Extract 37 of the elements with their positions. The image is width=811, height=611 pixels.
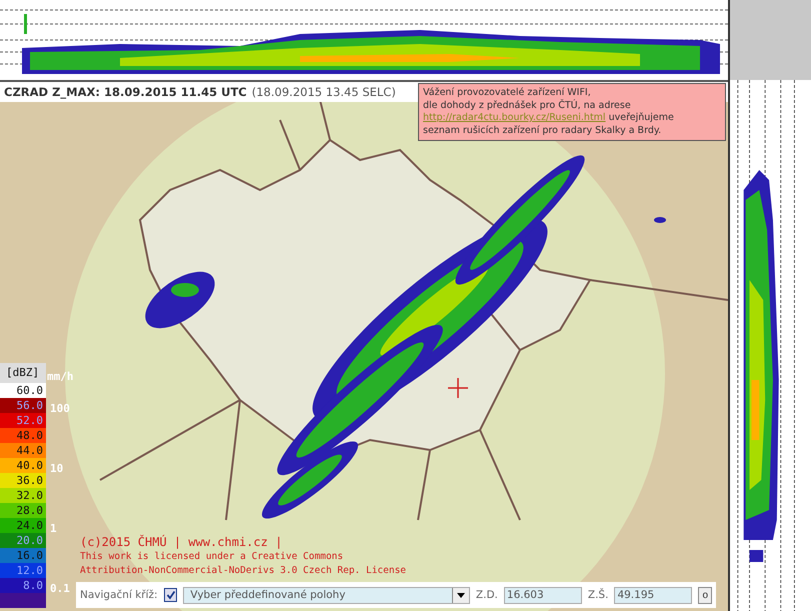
notice-text: Vážení provozovatelé zařízení WIFI, dle dohody z přednášek pro ČTÚ, na adrese http://radar4ctu.bourky.cz/Ruseni.html uveřejňujeme seznam rušicích zařízení pro radary Skalky a Brdy.: [423, 87, 675, 137]
legend-swatch: 60.0: [0, 383, 46, 398]
latitude-field[interactable]: 49.195: [614, 586, 692, 604]
rain-unit-label: mm/h: [47, 370, 74, 383]
submit-button[interactable]: o: [698, 586, 712, 604]
navigation-label: Navigační kříž:: [80, 589, 158, 601]
legend-swatch: 40.0: [0, 458, 46, 473]
legend-swatch: 44.0: [0, 443, 46, 458]
rain-scale-tick: 10: [50, 462, 64, 475]
latitude-label: Z.Š.: [588, 589, 608, 601]
legend-swatch: 8.0: [0, 578, 46, 593]
legend-unit: [dBZ]: [0, 363, 46, 383]
crosshair-icon: [448, 378, 468, 398]
legend-swatch: 24.0: [0, 518, 46, 533]
legend-swatch: 32.0: [0, 488, 46, 503]
rain-scale-tick: 0.1: [50, 582, 70, 595]
legend-swatch: 56.0: [0, 398, 46, 413]
legend-swatch: 28.0: [0, 503, 46, 518]
location-dropdown[interactable]: Vyber předdefinované polohy: [183, 586, 470, 604]
product-time-label: CZRAD Z_MAX: 18.09.2015 11.45 UTC: [4, 85, 247, 99]
legend-swatch: 12.0: [0, 563, 46, 578]
license-text: Attribution-NonCommercial-NoDerivs 3.0 Czech Rep. License: [80, 564, 406, 578]
legend-swatch: 48.0: [0, 428, 46, 443]
rain-scale-tick: 100: [50, 402, 70, 415]
license-text: This work is licensed under a Creative Commons: [80, 550, 344, 564]
legend-swatch: 20.0: [0, 533, 46, 548]
rain-scale-tick: 1: [50, 522, 57, 535]
checkbox[interactable]: [164, 588, 178, 602]
legend-bottom-swatch: [0, 593, 46, 608]
legend-swatch: 36.0: [0, 473, 46, 488]
legend-swatch: 52.0: [0, 413, 46, 428]
local-time-label: (18.09.2015 13.45 SELC): [252, 85, 396, 99]
copyright-text: (c)2015 ČHMÚ | www.chmi.cz |: [80, 534, 284, 550]
longitude-field[interactable]: 16.603: [504, 586, 582, 604]
dropdown-caret-icon: [456, 592, 465, 598]
longitude-label: Z.D.: [476, 589, 498, 601]
legend-swatch: 16.0: [0, 548, 46, 563]
